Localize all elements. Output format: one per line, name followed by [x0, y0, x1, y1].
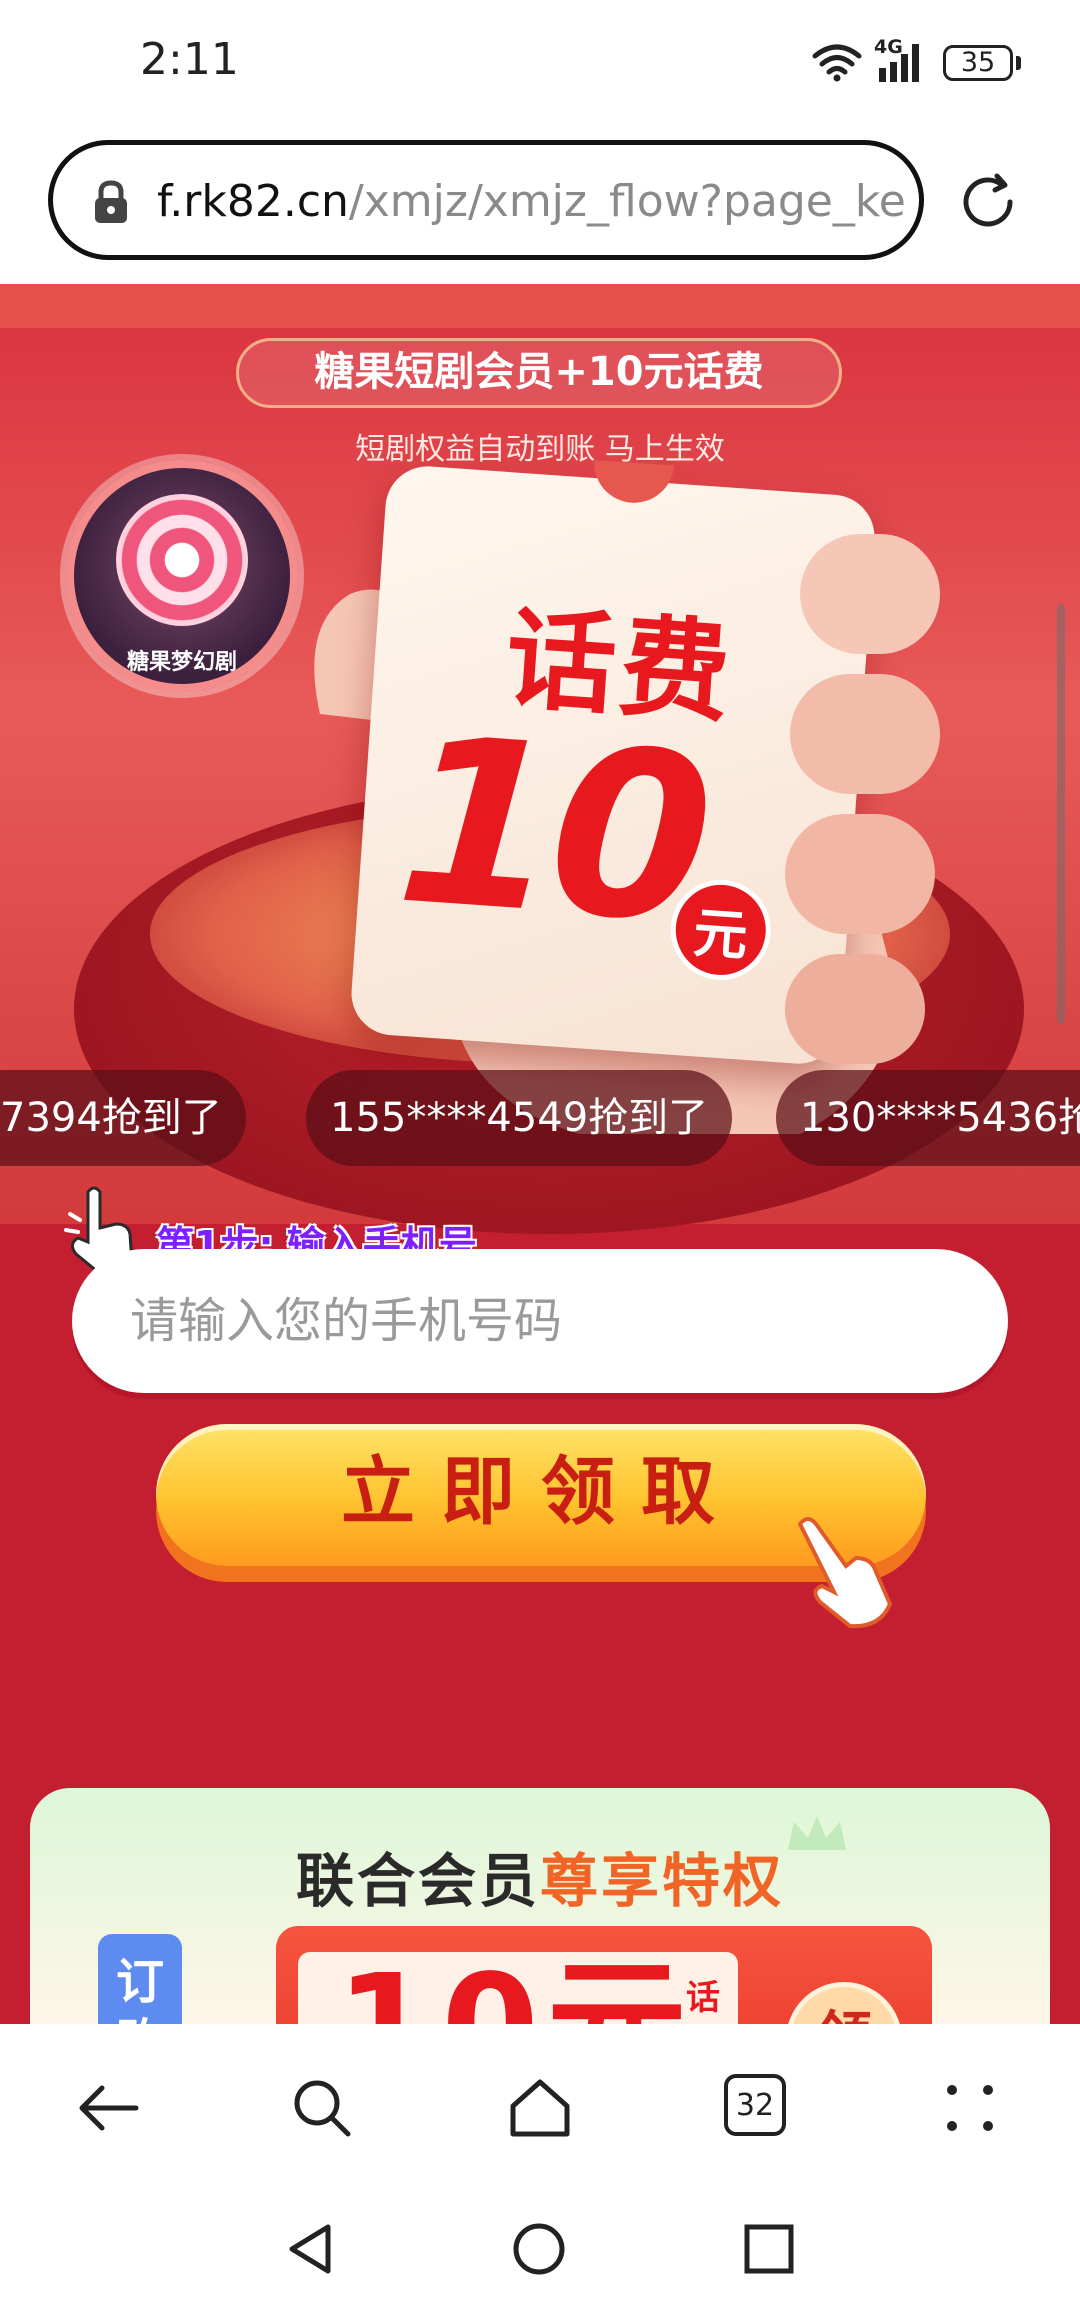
- tabs-icon: 32: [724, 2074, 786, 2136]
- app-logo: 糖果梦幻剧: [66, 460, 298, 692]
- home-button[interactable]: [500, 2068, 580, 2148]
- subscribe-tag: 订购: [98, 1934, 182, 2024]
- status-bar: 2:11 4G 35: [0, 0, 1080, 130]
- search-icon: [294, 2080, 351, 2137]
- tabs-button[interactable]: 32: [716, 2068, 796, 2148]
- back-arrow-icon: [79, 2085, 139, 2131]
- app-logo-caption: 糖果梦幻剧: [126, 650, 237, 675]
- address-bar[interactable]: f.rk82.cn/xmjz/xmjz_flow?page_key: [48, 140, 924, 260]
- winner-ticker: *7394抢到了 155****4549抢到了 130****5436抢到了: [0, 1070, 1080, 1166]
- nav-back-icon: [289, 2224, 331, 2274]
- ticker-item: 155****4549抢到了: [306, 1070, 733, 1166]
- battery-level: 35: [960, 47, 996, 78]
- status-time: 2:11: [140, 34, 239, 85]
- lollipop-icon: [116, 494, 248, 626]
- battery-icon: 35: [943, 45, 1013, 81]
- url-host: f.rk82.cn: [157, 176, 349, 227]
- system-navigation-bar: [0, 2190, 1080, 2310]
- phone-number-input[interactable]: [72, 1249, 1008, 1393]
- back-button[interactable]: [68, 2068, 148, 2148]
- voucher-amount: 10元: [336, 1952, 695, 2025]
- reload-icon[interactable]: [952, 166, 1024, 238]
- url-path: /xmjz/xmjz_flow?page_key: [348, 176, 907, 227]
- benefit-voucher: 10元 话 领: [276, 1926, 932, 2024]
- system-home-button[interactable]: [504, 2214, 574, 2284]
- signal-icon: [879, 44, 919, 82]
- battery-tip: [1016, 56, 1021, 70]
- benefits-title-part1: 联合会员: [295, 1847, 540, 1915]
- search-button[interactable]: [282, 2068, 362, 2148]
- wifi-icon: [812, 44, 862, 82]
- ticker-item: *7394抢到了: [0, 1070, 246, 1166]
- hero-top-band: [0, 284, 1080, 328]
- voucher-claim-button[interactable]: 领: [786, 1982, 902, 2024]
- voucher-side-text: 话: [686, 1978, 720, 2018]
- home-icon: [510, 2079, 570, 2137]
- page-content: 糖果短剧会员+10元话费 短剧权益自动到账 马上生效 糖果梦幻剧 话费 10 元…: [0, 284, 1080, 2024]
- ticker-item: 130****5436抢到了: [776, 1070, 1080, 1166]
- fingers-illustration: [785, 534, 940, 1064]
- more-button[interactable]: [930, 2068, 1010, 2148]
- benefits-card: 联合会员尊享特权 订购 10元 话 领: [30, 1788, 1050, 2024]
- card-notch: [591, 459, 675, 506]
- more-icon: [947, 2085, 993, 2131]
- page-scrollbar[interactable]: [1057, 604, 1065, 1024]
- nav-home-icon: [513, 2223, 565, 2275]
- url-text[interactable]: f.rk82.cn/xmjz/xmjz_flow?page_key: [157, 175, 907, 229]
- lock-icon: [95, 180, 127, 223]
- system-recents-button[interactable]: [734, 2214, 804, 2284]
- benefits-title-part2: 尊享特权: [540, 1847, 785, 1915]
- browser-toolbar: 32: [0, 2024, 1080, 2190]
- system-back-button[interactable]: [274, 2214, 344, 2284]
- hero-badge: 糖果短剧会员+10元话费: [236, 338, 842, 408]
- nav-recents-icon: [744, 2224, 794, 2274]
- benefits-title: 联合会员尊享特权: [30, 1834, 1050, 1918]
- crown-icon: [788, 1816, 846, 1850]
- card-amount: 10: [390, 687, 713, 976]
- tap-hand-icon: [797, 1517, 893, 1629]
